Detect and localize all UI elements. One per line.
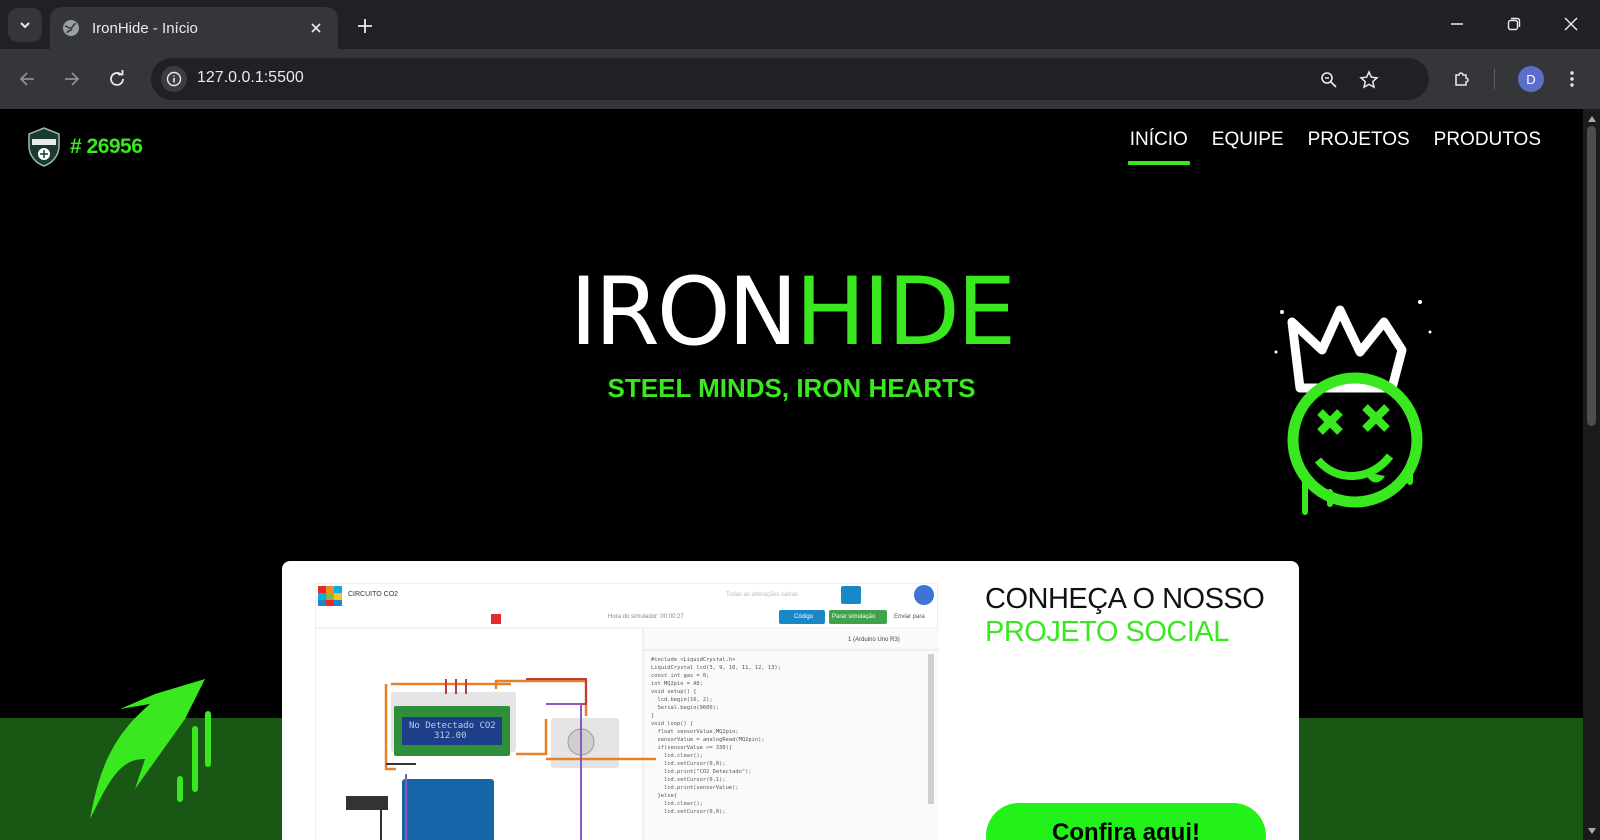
code-line: void loop() {: [651, 721, 694, 727]
menu-button[interactable]: [1556, 63, 1588, 95]
close-icon: [311, 23, 321, 33]
browser-tab-strip: IronHide - Início: [0, 0, 1600, 49]
triangle-down-icon: [1587, 827, 1596, 834]
page-viewport: # 26956 INÍCIO EQUIPE PROJETOS PRODUTOS …: [0, 109, 1583, 840]
zoom-icon: [1321, 72, 1337, 88]
app-title: CIRCUITO CO2: [348, 591, 399, 598]
kebab-menu-icon: [1570, 71, 1574, 87]
zoom-button[interactable]: [1317, 68, 1341, 92]
restore-icon: [1507, 17, 1521, 31]
card-title-line-2: PROJETO SOCIAL: [985, 616, 1229, 648]
reload-button[interactable]: [101, 63, 133, 95]
nav-inicio[interactable]: INÍCIO: [1118, 129, 1200, 165]
code-editor: #include <LiquidCrystal.h> LiquidCrystal …: [651, 656, 921, 816]
code-line: lcd.print("CO2 Detectado");: [651, 769, 752, 775]
code-line: Serial.begin(9600);: [651, 705, 720, 711]
hero-title-iron: IRON: [569, 258, 798, 367]
chevron-down-icon: [20, 22, 30, 29]
url-text[interactable]: 127.0.0.1:5500: [197, 69, 304, 87]
code-line: lcd.begin(16, 2);: [651, 697, 713, 703]
scroll-up-arrow[interactable]: [1586, 113, 1597, 124]
tab-search-button[interactable]: [8, 8, 42, 42]
code-line: void setup() {: [651, 689, 697, 695]
minimize-button[interactable]: [1434, 8, 1480, 40]
code-line: int MQ2pin = A0;: [651, 681, 703, 687]
code-line: }: [651, 713, 655, 719]
code-line: lcd.clear();: [651, 801, 703, 807]
triangle-up-icon: [1587, 115, 1596, 122]
code-line: lcd.setCursor(0,0);: [651, 809, 726, 815]
profile-avatar[interactable]: D: [1518, 66, 1544, 92]
graffiti-smiley-icon: [1274, 300, 1432, 515]
code-line: if(sensorValue >= 330){: [651, 745, 733, 751]
close-icon: [1564, 17, 1578, 31]
site-nav: INÍCIO EQUIPE PROJETOS PRODUTOS: [1118, 129, 1553, 165]
lcd-line-1: No Detectado CO2: [409, 721, 496, 731]
tab-close-button[interactable]: [306, 18, 326, 38]
code-line: sensorValue = analogRead(MQ2pin);: [651, 737, 765, 743]
tinkercad-screenshot: CIRCUITO CO2 Todas as alterações salvas …: [315, 583, 939, 840]
code-line: float sensorValue,MQ2pin;: [651, 729, 739, 735]
back-button[interactable]: [11, 63, 43, 95]
restore-button[interactable]: [1491, 8, 1537, 40]
code-button: Código: [794, 614, 814, 620]
arrow-left-icon: [19, 72, 34, 86]
code-line: lcd.clear();: [651, 753, 703, 759]
graffiti-arrow-icon: [90, 679, 211, 819]
board-select: 1 (Arduino Uno R3): [848, 637, 900, 643]
browser-tab[interactable]: IronHide - Início: [50, 7, 338, 49]
tab-title: IronHide - Início: [92, 19, 198, 37]
card-title: CONHEÇA O NOSSO PROJETO SOCIAL: [985, 583, 1265, 649]
code-line: lcd.setCursor(0,1);: [651, 777, 726, 783]
globe-icon: [63, 20, 79, 36]
info-icon: [166, 71, 182, 87]
extensions-button[interactable]: [1446, 63, 1478, 95]
team-logo[interactable]: [26, 127, 62, 167]
code-line: #include <LiquidCrystal.h>: [651, 657, 736, 663]
plus-icon: [358, 19, 372, 33]
card-title-line-1: CONHEÇA O NOSSO: [985, 583, 1265, 615]
hero-title-hide: HIDE: [795, 258, 1016, 367]
forward-button[interactable]: [56, 63, 88, 95]
code-line: lcd.print(sensorValue);: [651, 785, 739, 791]
code-line: }else{: [651, 793, 677, 799]
puzzle-icon: [1455, 72, 1469, 86]
team-number: # 26956: [70, 135, 143, 158]
stop-sim-button: Parar simulação: [832, 614, 876, 620]
code-line: lcd.setCursor(0,0);: [651, 761, 726, 767]
reload-icon: [110, 70, 124, 86]
nav-produtos[interactable]: PRODUTOS: [1422, 129, 1553, 161]
nav-equipe[interactable]: EQUIPE: [1200, 129, 1296, 161]
bookmark-button[interactable]: [1357, 68, 1381, 92]
sim-time: Hora do simulador: 00:00:27: [608, 614, 684, 620]
code-line: const int gas = 0;: [651, 673, 710, 679]
address-bar[interactable]: 127.0.0.1:5500: [151, 58, 1429, 100]
nav-projetos[interactable]: PROJETOS: [1296, 129, 1422, 161]
arrow-right-icon: [65, 72, 80, 86]
scroll-thumb[interactable]: [1587, 126, 1596, 426]
lcd-line-2: 312.00: [434, 731, 467, 741]
scroll-down-arrow[interactable]: [1586, 825, 1597, 836]
minimize-icon: [1451, 23, 1463, 25]
social-project-card: CIRCUITO CO2 Todas as alterações salvas …: [282, 561, 1299, 840]
browser-toolbar: 127.0.0.1:5500 D: [0, 49, 1600, 109]
star-icon: [1359, 70, 1379, 89]
code-line: LiquidCrystal lcd(3, 9, 10, 11, 12, 13);: [651, 665, 781, 671]
saved-status: Todas as alterações salvas: [726, 592, 799, 598]
confira-button[interactable]: Confira aqui!: [986, 803, 1266, 840]
send-to-button: Enviar para: [894, 614, 925, 620]
toolbar-separator: [1494, 69, 1495, 89]
close-window-button[interactable]: [1548, 8, 1594, 40]
site-info-button[interactable]: [161, 66, 187, 92]
new-tab-button[interactable]: [352, 13, 378, 39]
page-scrollbar[interactable]: [1583, 109, 1600, 840]
